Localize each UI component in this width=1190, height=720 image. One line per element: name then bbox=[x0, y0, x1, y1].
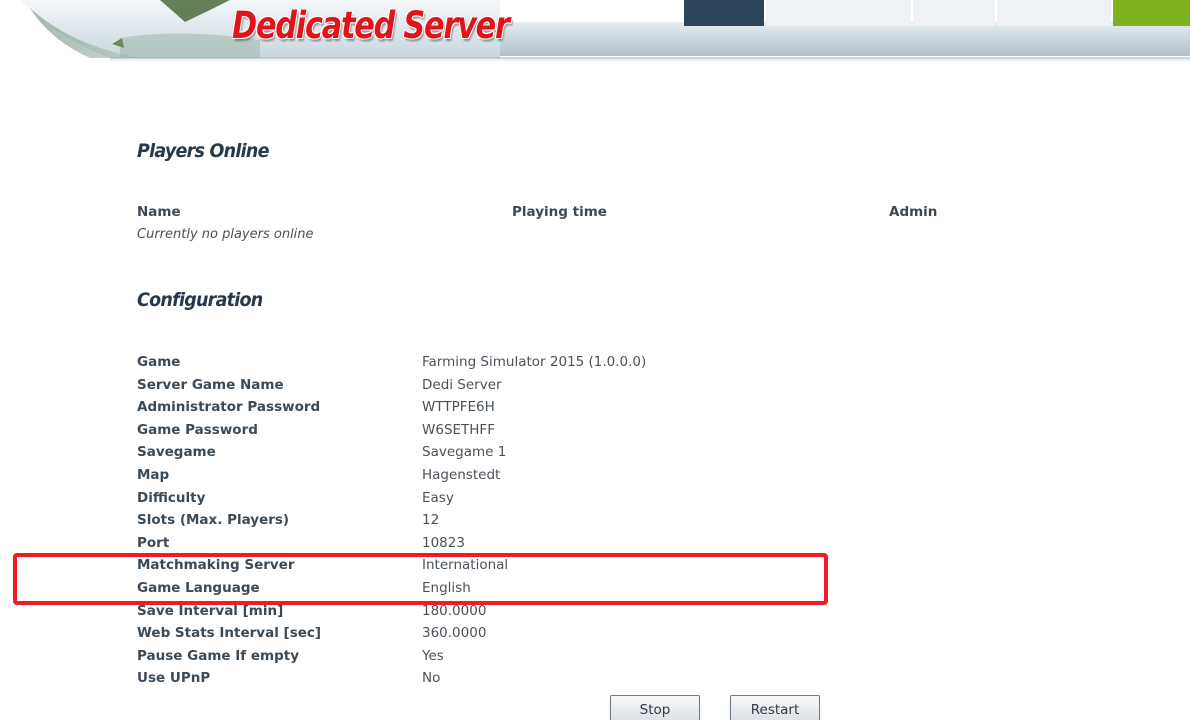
config-label: Port bbox=[137, 534, 170, 551]
config-label: Use UPnP bbox=[137, 670, 211, 687]
config-value: No bbox=[422, 670, 441, 687]
restart-button[interactable]: Restart bbox=[730, 695, 820, 720]
config-label: Savegame bbox=[137, 444, 216, 461]
configuration-table: Game Farming Simulator 2015 (1.0.0.0) Ser… bbox=[137, 354, 837, 693]
config-value: 360.0000 bbox=[422, 625, 487, 642]
config-row-port: Port 10823 bbox=[137, 535, 837, 558]
column-header-admin: Admin bbox=[889, 204, 938, 220]
config-row-game: Game Farming Simulator 2015 (1.0.0.0) bbox=[137, 354, 837, 377]
config-value: WTTPFE6H bbox=[422, 399, 495, 416]
config-value: Savegame 1 bbox=[422, 444, 507, 461]
config-row-game-password: Game Password W6SETHFF bbox=[137, 422, 837, 445]
stop-button[interactable]: Stop bbox=[610, 695, 700, 720]
configuration-heading: Configuration bbox=[137, 289, 263, 311]
config-label: Server Game Name bbox=[137, 376, 284, 393]
config-row-use-upnp: Use UPnP No bbox=[137, 670, 837, 693]
config-row-map: Map Hagenstedt bbox=[137, 467, 837, 490]
config-label: Web Stats Interval [sec] bbox=[137, 625, 322, 642]
config-row-server-game-name: Server Game Name Dedi Server bbox=[137, 377, 837, 400]
config-row-savegame: Savegame Savegame 1 bbox=[137, 444, 837, 467]
config-value: Yes bbox=[422, 647, 444, 664]
config-label: Slots (Max. Players) bbox=[137, 512, 290, 529]
config-row-game-language: Game Language English bbox=[137, 580, 837, 603]
config-row-slots: Slots (Max. Players) 12 bbox=[137, 512, 837, 535]
config-label: Game bbox=[137, 354, 181, 370]
column-header-name: Name bbox=[137, 204, 181, 220]
config-value: International bbox=[422, 557, 509, 574]
nav-tab-3[interactable] bbox=[913, 0, 995, 26]
column-header-playing-time: Playing time bbox=[512, 204, 607, 220]
no-players-message: Currently no players online bbox=[137, 227, 314, 242]
config-label: Difficulty bbox=[137, 489, 206, 506]
config-label: Map bbox=[137, 466, 170, 483]
config-value: 180.0000 bbox=[422, 602, 487, 619]
config-value: Easy bbox=[422, 489, 454, 506]
logo-text: Dedicated Server bbox=[232, 4, 510, 47]
config-row-web-stats-interval: Web Stats Interval [sec] 360.0000 bbox=[137, 625, 837, 648]
config-label: Administrator Password bbox=[137, 399, 321, 416]
nav-tab-4[interactable] bbox=[997, 0, 1111, 26]
nav-tab-2[interactable] bbox=[766, 0, 911, 26]
config-value: English bbox=[422, 579, 471, 596]
config-value: 10823 bbox=[422, 534, 465, 551]
config-row-administrator-password: Administrator Password WTTPFE6H bbox=[137, 399, 837, 422]
config-value: Farming Simulator 2015 (1.0.0.0) bbox=[422, 354, 647, 370]
config-row-pause-game-if-empty: Pause Game If empty Yes bbox=[137, 648, 837, 671]
config-label: Save Interval [min] bbox=[137, 602, 284, 619]
config-label: Matchmaking Server bbox=[137, 557, 295, 574]
players-online-heading: Players Online bbox=[137, 140, 269, 162]
nav-tab-1[interactable] bbox=[684, 0, 764, 26]
config-value: Dedi Server bbox=[422, 376, 502, 393]
config-label: Game Password bbox=[137, 421, 258, 438]
config-row-difficulty: Difficulty Easy bbox=[137, 490, 837, 513]
config-label: Pause Game If empty bbox=[137, 647, 299, 664]
config-value: 12 bbox=[422, 512, 440, 529]
config-value: Hagenstedt bbox=[422, 466, 501, 483]
config-row-save-interval: Save Interval [min] 180.0000 bbox=[137, 603, 837, 626]
nav-tab-5[interactable] bbox=[1113, 0, 1190, 26]
config-value: W6SETHFF bbox=[422, 421, 495, 438]
header-banner: Dedicated Server bbox=[0, 0, 1190, 66]
config-label: Game Language bbox=[137, 579, 260, 596]
config-row-matchmaking-server: Matchmaking Server International bbox=[137, 557, 837, 580]
